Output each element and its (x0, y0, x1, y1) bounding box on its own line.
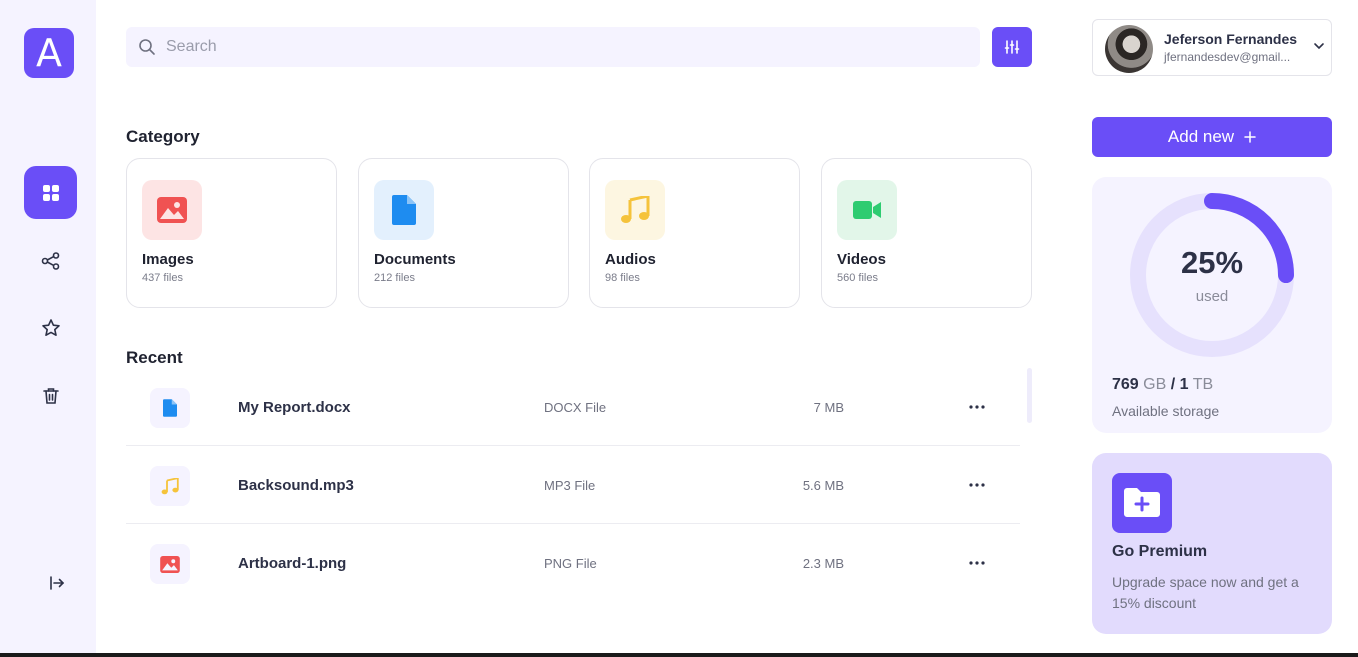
sliders-icon (1004, 40, 1020, 54)
profile-menu[interactable]: Jeferson Fernandes jfernandesdev@gmail..… (1092, 19, 1332, 76)
add-new-label: Add new (1167, 127, 1235, 146)
category-card-audios[interactable]: Audios 98 files (589, 158, 800, 308)
category-count: 212 files (374, 272, 415, 284)
storage-capacity: 769 GB / 1 TB (1112, 376, 1213, 394)
category-icon-box (374, 180, 434, 240)
table-row[interactable]: Artboard-1.png PNG File 2.3 MB (126, 524, 1020, 602)
category-card-images[interactable]: Images 437 files (126, 158, 337, 308)
category-count: 437 files (142, 272, 183, 284)
file-size: 7 MB (813, 400, 844, 415)
file-type: PNG File (544, 556, 597, 571)
sidebar-item-favorites[interactable] (24, 301, 77, 354)
category-name: Audios (605, 251, 656, 268)
search-input[interactable] (166, 38, 946, 56)
profile-email: jfernandesdev@gmail... (1164, 50, 1291, 64)
file-type: DOCX File (544, 400, 607, 415)
file-icon-box (150, 388, 190, 428)
category-icon-box (837, 180, 897, 240)
premium-title: Go Premium (1112, 543, 1208, 560)
chevron-down-icon (1314, 43, 1324, 50)
storage-used-label: used (1195, 288, 1229, 305)
more-horizontal-icon (969, 483, 985, 487)
recent-title: Recent (126, 348, 183, 367)
storage-card: 25% used 769 GB / 1 TB Available storage (1092, 177, 1332, 433)
storage-percent: 25% (1180, 245, 1244, 280)
category-icon-box (605, 180, 665, 240)
search-bar (126, 27, 980, 67)
trash-icon (42, 387, 59, 404)
category-title: Category (126, 127, 200, 146)
star-icon (41, 318, 60, 336)
category-name: Images (142, 251, 194, 268)
folder-plus-icon (1124, 488, 1160, 517)
app-logo[interactable]: A (24, 28, 74, 78)
storage-total-unit: TB (1192, 376, 1214, 393)
window-bottom-edge (0, 653, 1358, 657)
file-icon-box (150, 466, 190, 506)
logout-icon (49, 575, 64, 590)
filter-button[interactable] (992, 27, 1032, 67)
table-row[interactable]: My Report.docx DOCX File 7 MB (126, 368, 1020, 446)
file-name[interactable]: Artboard-1.png (238, 555, 346, 572)
category-count: 98 files (605, 272, 640, 284)
search-icon (139, 39, 155, 55)
logout-button[interactable] (30, 556, 83, 609)
file-size: 5.6 MB (802, 478, 844, 493)
sidebar-item-dashboard[interactable] (24, 166, 77, 219)
sidebar-item-trash[interactable] (24, 369, 77, 422)
more-options-button[interactable] (962, 470, 992, 500)
avatar (1105, 25, 1153, 73)
storage-separator: / (1170, 376, 1176, 393)
file-name[interactable]: Backsound.mp3 (238, 477, 354, 494)
category-icon-box (142, 180, 202, 240)
premium-card: Go Premium Upgrade space now and get a 1… (1092, 453, 1332, 634)
image-icon (157, 197, 187, 223)
more-horizontal-icon (969, 561, 985, 565)
share-icon (41, 251, 59, 270)
category-name: Documents (374, 251, 456, 268)
file-size: 2.3 MB (802, 556, 844, 571)
storage-used-unit: GB (1143, 376, 1167, 393)
more-options-button[interactable] (962, 392, 992, 422)
video-camera-icon (853, 201, 881, 219)
music-note-icon (161, 477, 179, 494)
table-row[interactable]: Backsound.mp3 MP3 File 5.6 MB (126, 446, 1020, 524)
more-options-button[interactable] (962, 548, 992, 578)
add-new-button[interactable]: Add new (1092, 117, 1332, 157)
sidebar-item-share[interactable] (24, 234, 77, 287)
document-icon (163, 399, 177, 417)
category-name: Videos (837, 251, 886, 268)
recent-scrollbar[interactable] (1027, 368, 1032, 423)
storage-caption: Available storage (1112, 403, 1220, 419)
music-note-icon (621, 196, 650, 223)
premium-description: Upgrade space now and get a 15% discount (1112, 574, 1299, 611)
storage-total-amount: 1 (1179, 376, 1189, 393)
image-icon (160, 555, 180, 573)
file-icon-box (150, 544, 190, 584)
profile-name: Jeferson Fernandes (1164, 31, 1298, 47)
document-icon (392, 195, 416, 225)
more-horizontal-icon (969, 405, 985, 409)
premium-button[interactable] (1112, 473, 1172, 533)
category-card-documents[interactable]: Documents 212 files (358, 158, 569, 308)
file-name[interactable]: My Report.docx (238, 399, 351, 416)
category-count: 560 files (837, 272, 878, 284)
file-type: MP3 File (544, 478, 596, 493)
category-card-videos[interactable]: Videos 560 files (821, 158, 1032, 308)
sidebar: A (0, 0, 96, 653)
storage-used-amount: 769 (1112, 376, 1139, 393)
grid-icon (42, 184, 59, 201)
plus-icon (1244, 131, 1256, 143)
